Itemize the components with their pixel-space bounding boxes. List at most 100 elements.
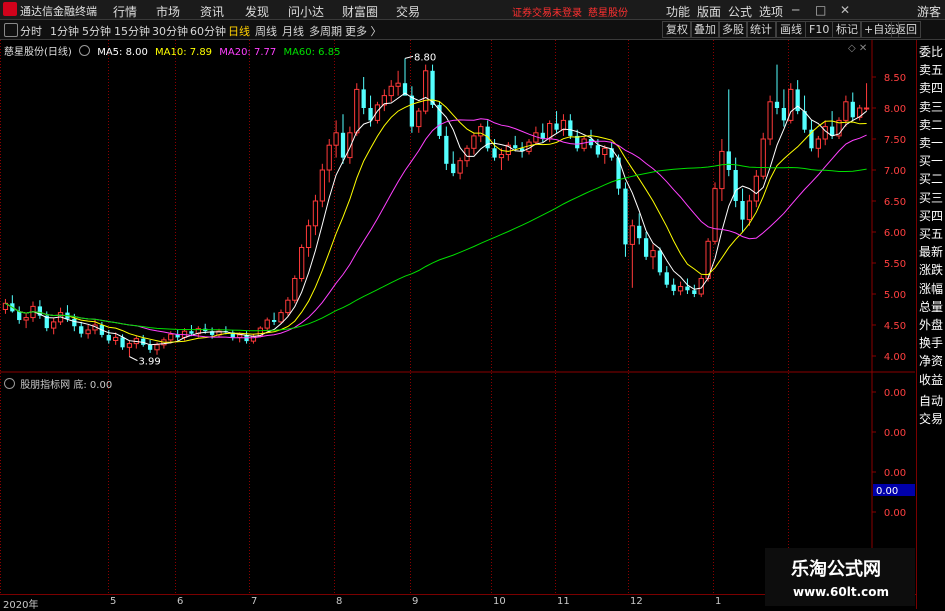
- overlay-button[interactable]: 叠加: [690, 21, 720, 38]
- period-tab-intraday[interactable]: 分时: [20, 23, 42, 39]
- adjust-price-button[interactable]: 复权: [662, 21, 692, 38]
- side-tab-7[interactable]: 买二: [919, 170, 945, 187]
- candle-body: [740, 201, 745, 220]
- kline-chart[interactable]: 8.50 8.00 7.50 7.00 6.50 6.00 5.50 5.00 4.50 4.00…: [0, 40, 915, 594]
- period-toolbar: 分时 1分钟 5分钟 15分钟 30分钟 60分钟 日线 周线 月线 多周期 更…: [0, 20, 945, 40]
- side-tab-16[interactable]: 换手: [919, 334, 945, 351]
- side-tab-11[interactable]: 最新: [919, 243, 945, 260]
- menu-item-layout[interactable]: 版面: [697, 3, 721, 20]
- side-tab-13[interactable]: 涨幅: [919, 280, 945, 297]
- candle-body: [444, 135, 449, 164]
- menu-item-discover[interactable]: 发现: [245, 3, 269, 20]
- candle-body: [746, 200, 753, 221]
- price-tick-label: 6.50: [884, 197, 906, 208]
- f10-button[interactable]: F10: [805, 21, 834, 38]
- current-stock-name: 慈星股份: [588, 8, 628, 19]
- candle-body: [492, 148, 497, 158]
- date-label: 1: [715, 596, 722, 607]
- indicator-info-row: 股朋指标网 底: 0.00: [4, 376, 112, 391]
- quote-side-tabs: 委比 卖五 卖四卖三 卖二 卖一 买一 买二买三 买四 买五 最新 涨跌涨幅 总量 外盘 换手 净资收益自动…: [916, 40, 945, 609]
- period-tab-60min[interactable]: 60分钟: [190, 23, 226, 39]
- multi-stock-button[interactable]: 多股: [718, 21, 748, 38]
- candle-body: [726, 151, 731, 170]
- side-tab-15[interactable]: 外盘: [919, 316, 945, 333]
- close-icon[interactable]: ✕: [840, 3, 850, 17]
- trade-login-status[interactable]: 证券交易未登录: [512, 4, 582, 19]
- side-tab-9[interactable]: 买四: [919, 207, 945, 224]
- period-tab-1min[interactable]: 1分钟: [50, 23, 79, 39]
- extreme-marker-label: 3.99: [138, 357, 160, 368]
- candle-body: [72, 318, 77, 327]
- candle-body: [388, 85, 394, 97]
- period-tab-more[interactable]: 更多 〉: [345, 23, 382, 39]
- side-tab-8[interactable]: 买三: [919, 189, 945, 206]
- side-tab-1[interactable]: 卖五: [919, 61, 945, 78]
- side-tab-6[interactable]: 买一: [919, 152, 945, 169]
- price-tick-label: 4.00: [884, 352, 906, 363]
- site-watermark: 乐淘公式网 www.60lt.com: [765, 548, 915, 606]
- menu-bar: 通达信金融终端 行情 市场 资讯 发现 问小达 财富圈 交易 证券交易未登录 慈…: [0, 0, 945, 20]
- price-tick-label: 8.50: [884, 73, 906, 84]
- indicator-tick-label: 0.00: [884, 428, 906, 439]
- candle-body: [79, 326, 84, 334]
- period-tab-monthly[interactable]: 月线: [282, 23, 304, 39]
- period-tab-15min[interactable]: 15分钟: [114, 23, 150, 39]
- period-tab-multi[interactable]: 多周期: [309, 23, 342, 39]
- period-tab-5min[interactable]: 5分钟: [82, 23, 111, 39]
- extreme-marker-line: [129, 356, 138, 362]
- side-tab-2[interactable]: 卖四: [919, 79, 945, 96]
- menu-item-formula[interactable]: 公式: [728, 3, 752, 20]
- mark-button[interactable]: 标记: [832, 21, 862, 38]
- side-tab-18[interactable]: 收益: [919, 371, 945, 388]
- maximize-icon[interactable]: □: [815, 3, 826, 17]
- indicator-settings-icon[interactable]: [4, 378, 15, 389]
- menu-item-markets[interactable]: 市场: [156, 3, 180, 20]
- toolbar-menu-icon[interactable]: [4, 23, 18, 37]
- side-tab-0[interactable]: 委比: [919, 43, 945, 60]
- side-tab-3[interactable]: 卖三: [919, 98, 945, 115]
- side-tab-14[interactable]: 总量: [919, 298, 945, 315]
- settings-circle-icon[interactable]: [79, 45, 90, 56]
- menu-item-function[interactable]: 功能: [666, 3, 690, 20]
- side-tab-19[interactable]: 自动: [919, 392, 945, 409]
- candle-body: [17, 311, 22, 321]
- candle-body: [395, 82, 401, 87]
- candle-body: [292, 278, 298, 301]
- side-tab-12[interactable]: 涨跌: [919, 261, 945, 278]
- ma60-value: MA60: 6.85: [283, 47, 341, 58]
- candle-body: [147, 344, 153, 350]
- candle-body: [602, 147, 608, 156]
- candle-body: [498, 154, 505, 159]
- candle-body: [712, 188, 718, 242]
- side-tab-20[interactable]: 交易: [919, 410, 945, 427]
- candle-body: [781, 108, 787, 121]
- candle-body: [692, 290, 697, 294]
- menu-item-trade[interactable]: 交易: [396, 3, 420, 20]
- candle-body: [719, 150, 725, 190]
- watermark-url: www.60lt.com: [793, 585, 890, 599]
- side-tab-17[interactable]: 净资: [919, 352, 945, 369]
- candle-body: [361, 89, 366, 108]
- menu-item-ask[interactable]: 问小达: [288, 3, 324, 20]
- menu-item-market[interactable]: 行情: [113, 3, 137, 20]
- candle-body: [595, 145, 601, 155]
- menu-item-news[interactable]: 资讯: [200, 3, 224, 20]
- minimize-icon[interactable]: ─: [792, 3, 799, 17]
- side-tab-4[interactable]: 卖二: [919, 116, 945, 133]
- chart-area[interactable]: 8.50 8.00 7.50 7.00 6.50 6.00 5.50 5.00 4.50 4.00…: [0, 40, 915, 594]
- menu-item-wealth[interactable]: 财富圈: [342, 3, 378, 20]
- guest-user-label[interactable]: 游客: [917, 3, 941, 20]
- period-tab-daily[interactable]: 日线: [228, 23, 250, 39]
- period-tab-weekly[interactable]: 周线: [255, 23, 277, 39]
- side-tab-10[interactable]: 买五: [919, 225, 945, 242]
- period-tab-30min[interactable]: 30分钟: [152, 23, 188, 39]
- menu-item-options[interactable]: 选项: [759, 3, 783, 20]
- side-tab-5[interactable]: 卖一: [919, 134, 945, 151]
- statistics-button[interactable]: 统计: [746, 21, 776, 38]
- ma10-line: [5, 99, 867, 343]
- candle-body: [333, 132, 339, 146]
- back-button[interactable]: 返回: [891, 21, 921, 38]
- draw-line-button[interactable]: 画线: [776, 21, 806, 38]
- candle-body: [120, 337, 125, 348]
- panel-controls[interactable]: ◇ ✕: [848, 43, 867, 54]
